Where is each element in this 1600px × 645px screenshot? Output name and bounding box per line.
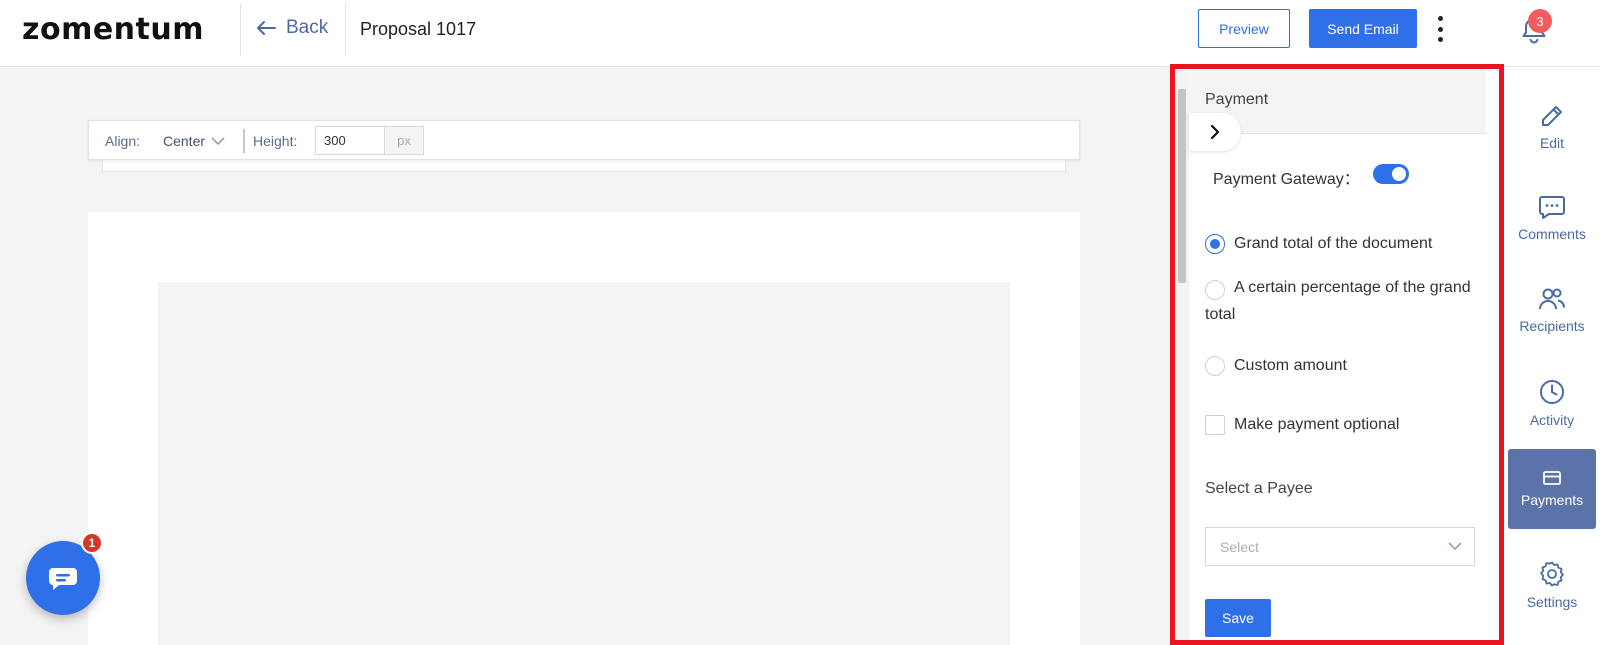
send-email-button[interactable]: Send Email — [1309, 9, 1417, 48]
gear-icon — [1540, 561, 1564, 587]
comment-icon — [1539, 196, 1565, 219]
align-dropdown[interactable]: Center — [163, 133, 225, 149]
app-logo[interactable]: zomentum — [22, 12, 204, 47]
collapse-panel-button[interactable] — [1189, 113, 1241, 151]
content-block[interactable] — [158, 282, 1010, 645]
credit-card-icon — [1543, 471, 1561, 485]
preview-button[interactable]: Preview — [1198, 9, 1290, 48]
payee-label: Select a Payee — [1205, 480, 1313, 497]
block-toolbar: Align: Center Height: px — [88, 120, 1080, 160]
option-percentage-label: A certain percentage of the grand total — [1205, 279, 1471, 323]
right-rail: Edit Comments Recipients Activity Paymen… — [1504, 67, 1600, 645]
radio-grand-total[interactable] — [1205, 234, 1225, 254]
document-title: Proposal 1017 — [360, 19, 477, 39]
payment-gateway-toggle[interactable] — [1373, 164, 1409, 184]
rail-item-recipients[interactable]: Recipients — [1508, 270, 1596, 350]
height-input[interactable] — [315, 126, 385, 155]
pencil-icon — [1542, 106, 1562, 126]
option-custom-amount-label: Custom amount — [1234, 357, 1347, 374]
header-divider — [345, 4, 346, 56]
rail-item-label: Activity — [1529, 412, 1575, 428]
chevron-down-icon — [211, 136, 225, 145]
payee-select[interactable]: Select — [1205, 527, 1475, 566]
top-bar: zomentum Back Proposal 1017 Preview Send… — [0, 0, 1600, 67]
chat-badge: 1 — [81, 532, 103, 554]
chevron-right-icon — [1210, 125, 1220, 139]
arrow-left-icon — [257, 21, 276, 35]
more-options-icon[interactable] — [1432, 16, 1448, 42]
payment-optional-label: Make payment optional — [1234, 416, 1400, 433]
rail-item-label: Comments — [1518, 226, 1586, 242]
back-label: Back — [286, 17, 329, 38]
users-icon — [1539, 288, 1565, 310]
align-value: Center — [163, 133, 206, 149]
rail-item-label: Edit — [1539, 135, 1565, 151]
radio-custom-amount[interactable] — [1205, 356, 1225, 376]
panel-title: Payment — [1205, 91, 1269, 108]
back-button[interactable]: Back — [256, 17, 328, 39]
rail-item-label: Settings — [1526, 594, 1578, 610]
chat-icon — [49, 568, 77, 590]
header-divider — [240, 4, 241, 56]
payment-panel: Payment Payment Gateway： Grand total of … — [1175, 69, 1499, 640]
save-button[interactable]: Save — [1205, 599, 1271, 637]
rail-item-activity[interactable]: Activity — [1508, 363, 1596, 443]
payee-placeholder: Select — [1220, 539, 1259, 555]
block-toolbar-shadow — [102, 159, 1066, 172]
panel-scrollbar[interactable] — [1175, 69, 1189, 640]
rail-item-label: Payments — [1520, 492, 1584, 508]
payment-optional-checkbox[interactable] — [1205, 415, 1225, 435]
payment-gateway-label: Payment Gateway： — [1213, 171, 1360, 188]
rail-item-edit[interactable]: Edit — [1508, 87, 1596, 167]
rail-item-settings[interactable]: Settings — [1508, 545, 1596, 625]
align-label: Align: — [105, 133, 141, 149]
rail-item-comments[interactable]: Comments — [1508, 178, 1596, 258]
scrollbar-thumb[interactable] — [1178, 89, 1186, 283]
option-grand-total-label: Grand total of the document — [1234, 235, 1433, 252]
toolbar-divider — [243, 129, 245, 153]
rail-item-label: Recipients — [1519, 318, 1585, 334]
notification-badge: 3 — [1528, 9, 1552, 33]
height-unit: px — [384, 126, 424, 155]
height-label: Height: — [253, 133, 298, 149]
clock-icon — [1540, 380, 1564, 404]
chevron-down-icon — [1448, 542, 1462, 551]
rail-item-payments[interactable]: Payments — [1508, 449, 1596, 529]
